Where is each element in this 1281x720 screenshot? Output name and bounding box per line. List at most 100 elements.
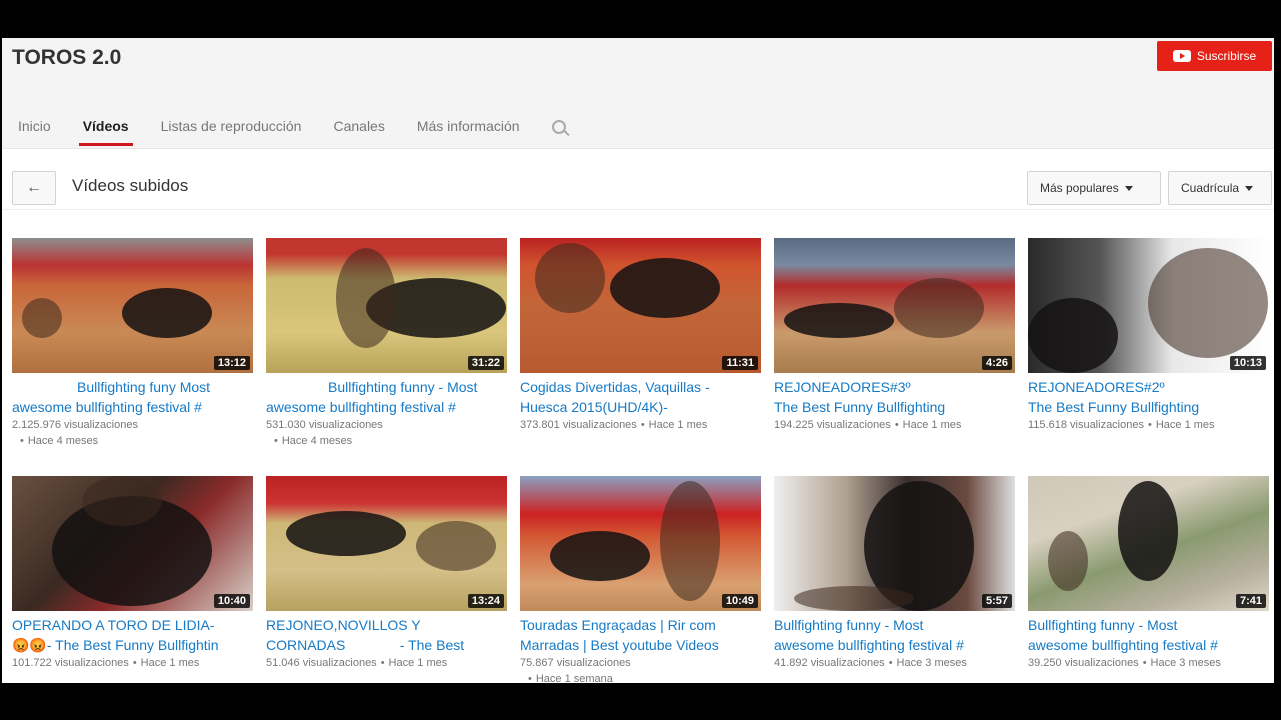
video-thumbnail[interactable]: 11:31	[520, 238, 761, 373]
video-title-line: awesome bullfighting festival #	[12, 399, 202, 415]
video-title-line: The Best Funny Bullfighting	[774, 399, 946, 415]
meta-separator: •	[640, 419, 645, 431]
thumbnail-figure	[550, 531, 650, 581]
video-duration: 13:12	[213, 356, 250, 370]
video-title[interactable]: OPERANDO A TORO DE LIDIA- 😡😡- The Best Fu…	[12, 615, 253, 655]
video-thumbnail[interactable]: 4:26	[774, 238, 1015, 373]
thumbnail-art	[535, 243, 720, 318]
video-duration: 10:49	[721, 594, 758, 608]
video-card[interactable]: 4:26 REJONEADORES#3º The Best Funny Bullfi…	[774, 238, 1015, 433]
video-card[interactable]: 10:49 Touradas Engraçadas | Rir com Marrad…	[520, 476, 761, 683]
video-meta: 115.618 visualizaciones • Hace 1 mes	[1028, 417, 1269, 433]
video-meta: 39.250 visualizaciones • Hace 3 meses	[1028, 655, 1269, 671]
video-card[interactable]: 10:13 REJONEADORES#2º The Best Funny Bullf…	[1028, 238, 1269, 433]
video-title-line: 😡😡- The Best Funny Bullfightin	[12, 637, 219, 653]
video-title[interactable]: REJONEO,NOVILLOS Y CORNADAS - The Best	[266, 615, 507, 655]
video-title[interactable]: Touradas Engraçadas | Rir com Marradas | …	[520, 615, 761, 655]
video-thumbnail[interactable]: 5:57	[774, 476, 1015, 611]
video-title-line: REJONEO,NOVILLOS Y	[266, 617, 421, 633]
subscribe-label: Suscribirse	[1196, 49, 1257, 63]
search-handle	[562, 129, 570, 137]
video-duration: 10:13	[1229, 356, 1266, 370]
subscribe-button[interactable]: Suscribirse	[1157, 41, 1272, 71]
video-thumbnail[interactable]: 13:24	[266, 476, 507, 611]
view-label: Cuadrícula	[1181, 181, 1240, 195]
tab-inicio[interactable]: Inicio	[2, 108, 67, 148]
video-title[interactable]: Bullfighting funy Most awesome bullfighti…	[12, 377, 253, 417]
video-title-line: REJONEADORES#3º	[774, 379, 911, 395]
video-title-line: awesome bullfighting festival #	[774, 637, 964, 653]
video-card[interactable]: 13:12 Bullfighting funy Most awesome bullf…	[12, 238, 253, 449]
uploads-toolbar: ← Vídeos subidos Más populares Cuadrícul…	[2, 149, 1274, 210]
thumbnail-art	[784, 278, 984, 338]
video-card[interactable]: 5:57 Bullfighting funny - Most awesome bul…	[774, 476, 1015, 671]
youtube-logo-icon	[1172, 50, 1191, 62]
video-meta: 531.030 visualizaciones • Hace 4 meses	[266, 417, 507, 449]
video-title[interactable]: REJONEADORES#3º The Best Funny Bullfighti…	[774, 377, 1015, 417]
view-dropdown[interactable]: Cuadrícula	[1168, 171, 1272, 205]
tab-listas[interactable]: Listas de reproducción	[145, 108, 318, 148]
upload-age: Hace 1 mes	[902, 419, 962, 431]
thumbnail-art	[1048, 481, 1178, 591]
thumbnail-art	[286, 511, 496, 571]
video-thumbnail[interactable]: 10:49	[520, 476, 761, 611]
video-thumbnail[interactable]: 7:41	[1028, 476, 1269, 611]
video-title-line: awesome bullfighting festival #	[1028, 637, 1218, 653]
thumbnail-figure	[416, 521, 496, 571]
thumbnail-art	[1028, 248, 1268, 373]
tab-canales[interactable]: Canales	[317, 108, 400, 148]
video-meta: 41.892 visualizaciones • Hace 3 meses	[774, 655, 1015, 671]
upload-age: Hace 3 meses	[1150, 657, 1221, 669]
video-duration: 4:26	[981, 356, 1012, 370]
tab-mas-informacion[interactable]: Más información	[401, 108, 536, 148]
view-count: 41.892 visualizaciones	[774, 657, 885, 669]
video-duration: 7:41	[1235, 594, 1266, 608]
view-count: 531.030 visualizaciones	[266, 419, 383, 431]
video-duration: 11:31	[722, 356, 758, 370]
thumbnail-figure	[122, 288, 212, 338]
upload-age: Hace 4 meses	[27, 435, 99, 447]
video-card[interactable]: 31:22 Bullfighting funny - Most awesome bu…	[266, 238, 507, 449]
video-title[interactable]: Bullfighting funny - Most awesome bullfig…	[774, 615, 1015, 655]
video-thumbnail[interactable]: 10:40	[12, 476, 253, 611]
section-title: Vídeos subidos	[72, 176, 189, 195]
video-title-line: Touradas Engraçadas | Rir com	[520, 617, 716, 633]
search-icon[interactable]	[550, 108, 572, 148]
thumbnail-art	[336, 248, 506, 348]
back-button[interactable]: ←	[12, 171, 56, 205]
upload-age: Hace 1 mes	[1155, 419, 1215, 431]
view-count: 75.867 visualizaciones	[520, 657, 631, 669]
video-title[interactable]: Bullfighting funny - Most awesome bullfig…	[266, 377, 507, 417]
caret-down-icon	[1245, 185, 1254, 191]
meta-separator: •	[380, 657, 385, 669]
thumbnail-figure	[82, 476, 162, 526]
video-title-line: Marradas | Best youtube Videos	[520, 637, 719, 653]
thumbnail-art	[52, 476, 212, 606]
video-title-line: Bullfighting funny - Most	[774, 617, 924, 633]
channel-header: TOROS 2.0 Suscribirse Inicio Vídeos List…	[2, 38, 1274, 149]
video-thumbnail[interactable]: 13:12	[12, 238, 253, 373]
video-title[interactable]: Cogidas Divertidas, Vaquillas - Huesca 20…	[520, 377, 761, 417]
video-card[interactable]: 7:41 Bullfighting funny - Most awesome bul…	[1028, 476, 1269, 671]
video-title-line: REJONEADORES#2º	[1028, 379, 1165, 395]
video-title-line: Bullfighting funy Most	[77, 379, 211, 395]
video-card[interactable]: 13:24 REJONEO,NOVILLOS Y CORNADAS - The Be…	[266, 476, 507, 671]
video-title[interactable]: REJONEADORES#2º The Best Funny Bullfighti…	[1028, 377, 1269, 417]
tab-videos[interactable]: Vídeos	[67, 108, 145, 148]
sort-dropdown[interactable]: Más populares	[1027, 171, 1161, 205]
video-title[interactable]: Bullfighting funny - Most awesome bullfig…	[1028, 615, 1269, 655]
meta-separator: •	[20, 435, 24, 447]
view-count: 51.046 visualizaciones	[266, 657, 377, 669]
thumbnail-figure	[1148, 248, 1268, 358]
video-thumbnail[interactable]: 10:13	[1028, 238, 1269, 373]
meta-separator: •	[1147, 419, 1152, 431]
video-card[interactable]: 10:40 OPERANDO A TORO DE LIDIA- 😡😡- The Be…	[12, 476, 253, 671]
video-thumbnail[interactable]: 31:22	[266, 238, 507, 373]
video-meta: 373.801 visualizaciones • Hace 1 mes	[520, 417, 761, 433]
channel-tabs: Inicio Vídeos Listas de reproducción Can…	[2, 108, 572, 148]
thumbnail-figure	[1048, 531, 1088, 591]
video-meta: 101.722 visualizaciones • Hace 1 mes	[12, 655, 253, 671]
meta-separator: •	[528, 673, 532, 683]
video-card[interactable]: 11:31 Cogidas Divertidas, Vaquillas - Hues…	[520, 238, 761, 433]
video-title-line: The Best Funny Bullfighting	[1028, 399, 1200, 415]
